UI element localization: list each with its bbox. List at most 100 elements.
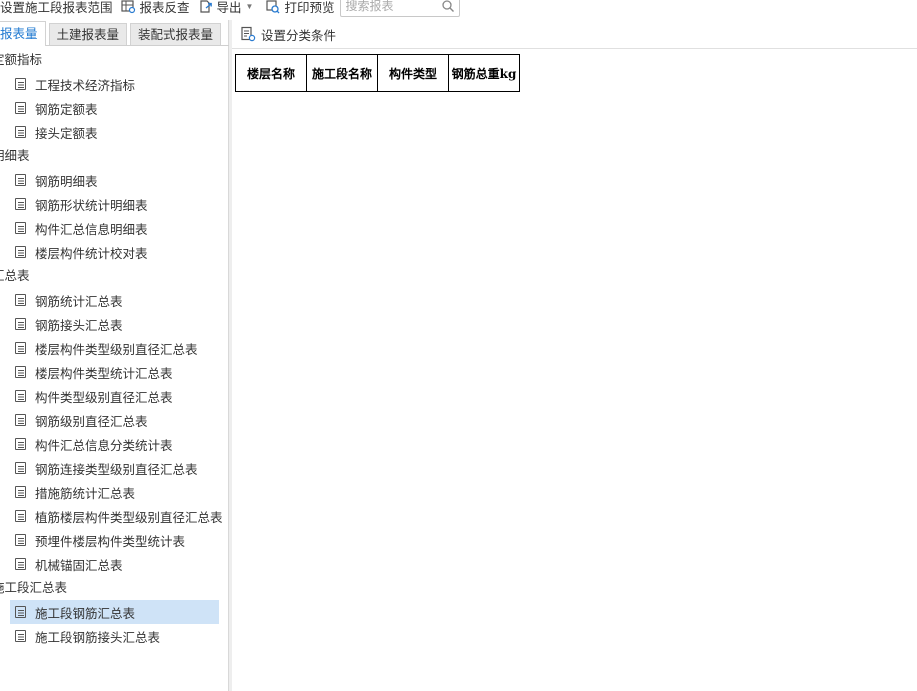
- tree-item-label: 工程技术经济指标: [35, 78, 136, 93]
- export-icon: [198, 0, 213, 14]
- table-header-row: 楼层名称 施工段名称 构件类型 钢筋总重kg: [235, 54, 520, 92]
- tree-item-label: 构件类型级别直径汇总表: [35, 390, 173, 405]
- tree-item[interactable]: 钢筋统计汇总表: [10, 288, 219, 312]
- tree-group-section-summary[interactable]: 施工段汇总表: [0, 576, 229, 600]
- column-header-floor[interactable]: 楼层名称: [235, 54, 307, 92]
- search-icon[interactable]: [441, 0, 455, 13]
- tree-item[interactable]: 钢筋明细表: [10, 168, 219, 192]
- document-icon: [15, 414, 26, 426]
- search-input[interactable]: [345, 0, 438, 13]
- tree-item-label: 楼层构件类型级别直径汇总表: [35, 342, 198, 357]
- set-classify-conditions-button[interactable]: 设置分类条件: [240, 25, 336, 44]
- tree-item[interactable]: 钢筋形状统计明细表: [10, 192, 219, 216]
- tree-item-label: 钢筋明细表: [35, 174, 98, 189]
- tree-item-label: 楼层构件类型统计汇总表: [35, 366, 173, 381]
- column-header-total-weight[interactable]: 钢筋总重kg: [448, 54, 520, 92]
- tree-item[interactable]: 植筋楼层构件类型级别直径汇总表: [10, 504, 223, 528]
- report-lookup-button[interactable]: 报表反查: [117, 0, 194, 17]
- document-icon: [15, 126, 26, 138]
- set-section-range-label: 设置施工段报表范围: [0, 0, 113, 15]
- search-box: [340, 0, 461, 17]
- tree-item[interactable]: 施工段钢筋接头汇总表: [10, 624, 219, 648]
- document-icon: [15, 222, 26, 234]
- tree-item-selected[interactable]: 施工段钢筋汇总表: [10, 600, 219, 624]
- document-icon: [15, 318, 26, 330]
- grid-search-icon: [120, 0, 136, 14]
- tree-item-label: 施工段钢筋接头汇总表: [35, 630, 161, 645]
- document-icon: [15, 486, 26, 498]
- document-icon: [15, 558, 26, 570]
- document-icon: [15, 390, 26, 402]
- document-icon: [15, 630, 26, 642]
- tree-item-label: 施工段钢筋汇总表: [35, 606, 136, 621]
- print-preview-label: 打印预览: [284, 0, 335, 15]
- tree-item-label: 预埋件楼层构件类型统计表: [35, 534, 186, 549]
- tree-item-label: 构件汇总信息分类统计表: [35, 438, 173, 453]
- tree-group-quota[interactable]: 定额指标: [0, 48, 229, 72]
- tree-item[interactable]: 钢筋级别直径汇总表: [10, 408, 219, 432]
- tree-item-label: 钢筋统计汇总表: [35, 294, 123, 309]
- set-classify-conditions-label: 设置分类条件: [261, 28, 337, 43]
- report-tabs: 报表量 土建报表量 装配式报表量: [0, 20, 229, 46]
- tree-item[interactable]: 构件汇总信息明细表: [10, 216, 219, 240]
- document-icon: [15, 606, 26, 618]
- print-preview-button[interactable]: 打印预览: [261, 0, 338, 17]
- document-icon: [15, 462, 26, 474]
- classify-settings-icon: [240, 26, 256, 42]
- export-label: 导出: [216, 0, 242, 15]
- column-header-component-type[interactable]: 构件类型: [377, 54, 449, 92]
- tree-item[interactable]: 钢筋接头汇总表: [10, 312, 219, 336]
- document-icon: [15, 246, 26, 258]
- column-header-section[interactable]: 施工段名称: [306, 54, 378, 92]
- document-icon: [15, 174, 26, 186]
- tree-item[interactable]: 接头定额表: [10, 120, 219, 144]
- report-toolbar: 设置分类条件: [232, 20, 917, 49]
- tree-group-summary[interactable]: 汇总表: [0, 264, 229, 288]
- tab-civil-report[interactable]: 土建报表量: [48, 23, 128, 45]
- tree-item[interactable]: 钢筋连接类型级别直径汇总表: [10, 456, 219, 480]
- tree-item-label: 措施筋统计汇总表: [35, 486, 136, 501]
- tree-item-label: 钢筋连接类型级别直径汇总表: [35, 462, 198, 477]
- set-section-range-button[interactable]: 设置施工段报表范围: [0, 0, 117, 17]
- tree-item[interactable]: 构件类型级别直径汇总表: [10, 384, 219, 408]
- tree-item[interactable]: 楼层构件类型级别直径汇总表: [10, 336, 219, 360]
- document-icon: [15, 102, 26, 114]
- tab-prefab-report[interactable]: 装配式报表量: [130, 23, 222, 45]
- tree-item-label: 构件汇总信息明细表: [35, 222, 148, 237]
- report-sidebar: 报表量 土建报表量 装配式报表量 定额指标 工程技术经济指标 钢筋定额表 接头定…: [0, 20, 229, 691]
- document-icon: [15, 510, 26, 522]
- tree-item[interactable]: 预埋件楼层构件类型统计表: [10, 528, 219, 552]
- tree-item-label: 钢筋级别直径汇总表: [35, 414, 148, 429]
- tree-item-label: 钢筋接头汇总表: [35, 318, 123, 333]
- tree-item[interactable]: 机械锚固汇总表: [10, 552, 219, 576]
- document-icon: [15, 342, 26, 354]
- report-table: 楼层名称 施工段名称 构件类型 钢筋总重kg: [235, 54, 520, 92]
- tree-item[interactable]: 构件汇总信息分类统计表: [10, 432, 219, 456]
- tree-item[interactable]: 措施筋统计汇总表: [10, 480, 219, 504]
- tree-item-label: 钢筋形状统计明细表: [35, 198, 148, 213]
- tree-item[interactable]: 钢筋定额表: [10, 96, 219, 120]
- document-icon: [15, 366, 26, 378]
- tree-item[interactable]: 楼层构件统计校对表: [10, 240, 219, 264]
- chevron-down-icon[interactable]: ▼: [246, 2, 254, 11]
- report-tree: 定额指标 工程技术经济指标 钢筋定额表 接头定额表 明细表 钢筋明细表 钢筋形状…: [0, 48, 229, 648]
- tree-item-label: 机械锚固汇总表: [35, 558, 123, 573]
- report-view: 设置分类条件 楼层名称 施工段名称 构件类型 钢筋总重kg: [232, 20, 917, 691]
- tab-rebar-report[interactable]: 报表量: [0, 21, 46, 46]
- document-icon: [15, 534, 26, 546]
- tree-item[interactable]: 工程技术经济指标: [10, 72, 219, 96]
- document-icon: [15, 294, 26, 306]
- top-toolbar: 设置施工段报表范围 报表反查 导出 ▼ 打印预览: [0, 0, 917, 18]
- document-icon: [15, 198, 26, 210]
- tree-item-label: 植筋楼层构件类型级别直径汇总表: [35, 510, 223, 525]
- document-icon: [15, 438, 26, 450]
- tree-item-label: 钢筋定额表: [35, 102, 98, 117]
- print-preview-icon: [265, 0, 280, 14]
- tree-group-detail[interactable]: 明细表: [0, 144, 229, 168]
- tree-item-label: 接头定额表: [35, 126, 98, 141]
- export-button[interactable]: 导出 ▼: [194, 0, 262, 17]
- report-lookup-label: 报表反查: [139, 0, 190, 15]
- tree-item-label: 楼层构件统计校对表: [35, 246, 148, 261]
- document-icon: [15, 78, 26, 90]
- tree-item[interactable]: 楼层构件类型统计汇总表: [10, 360, 219, 384]
